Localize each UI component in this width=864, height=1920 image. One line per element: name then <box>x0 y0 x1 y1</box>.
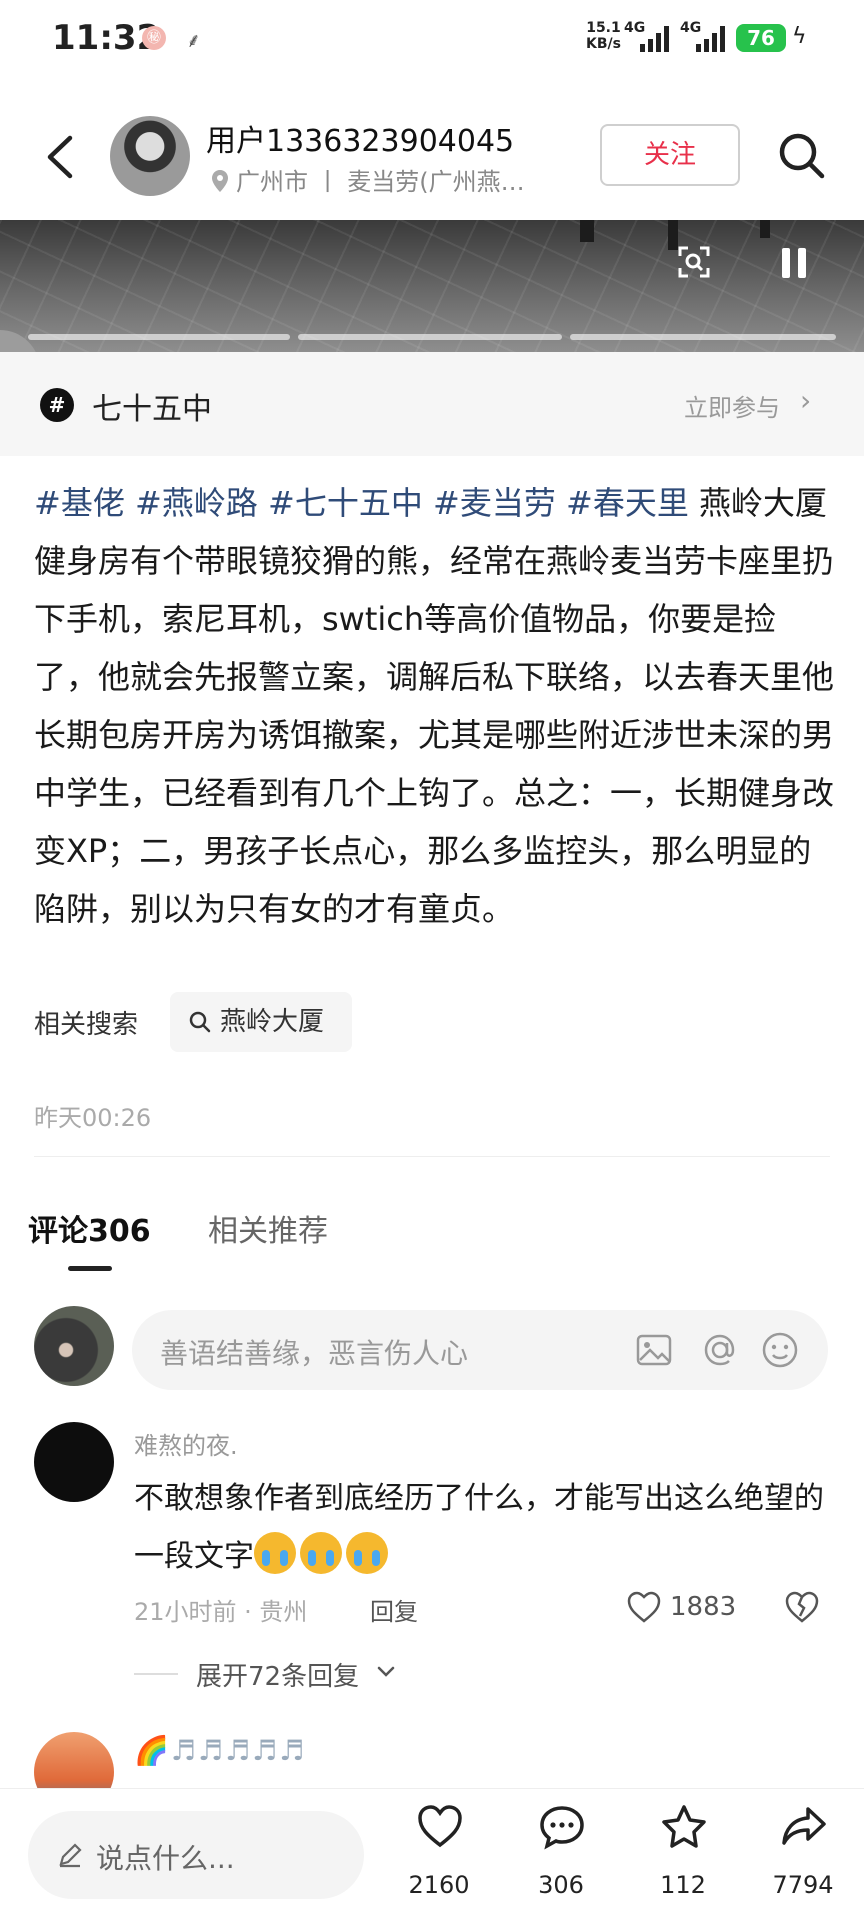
comment-count: 306 <box>538 1871 584 1899</box>
emoji-icon[interactable] <box>758 1328 802 1372</box>
like-count: 2160 <box>408 1871 470 1899</box>
location-label[interactable]: 广州市 丨 麦当劳(广州燕… <box>210 162 525 197</box>
favorite-count: 112 <box>660 1871 706 1899</box>
signal-bars-icon-2 <box>696 24 725 52</box>
location-pin-icon <box>212 170 228 192</box>
say-something-input[interactable]: 说点什么... <box>28 1811 364 1899</box>
chevron-down-icon[interactable] <box>374 1660 398 1684</box>
star-icon <box>662 1805 706 1848</box>
network-speed: 15.1 KB/s <box>586 20 621 52</box>
app-notification-icon-2: ⸙ <box>186 28 201 52</box>
back-button[interactable] <box>40 132 80 182</box>
broken-heart-icon[interactable] <box>784 1590 820 1624</box>
hashtag-link[interactable]: #七十五中 <box>268 484 423 522</box>
commenter-avatar[interactable] <box>34 1422 114 1502</box>
video-player[interactable] <box>0 220 864 352</box>
expand-replies-button[interactable]: 展开72条回复 <box>196 1656 359 1693</box>
video-progress-segment-2[interactable] <box>298 334 562 340</box>
search-icon <box>189 1011 211 1033</box>
chevron-right-icon: › <box>800 384 812 417</box>
hashtag-icon: # <box>40 388 74 422</box>
tab-comments[interactable]: 评论306 <box>28 1206 151 1250</box>
hashtag-link[interactable]: #燕岭路 <box>135 484 258 522</box>
related-search-label: 相关搜索 <box>34 1010 139 1040</box>
search-button[interactable] <box>774 128 830 184</box>
comment-button[interactable]: 306 <box>506 1803 616 1913</box>
hashtag-link[interactable]: #麦当劳 <box>433 484 556 522</box>
post-text: 燕岭大厦健身房有个带眼镜狡猾的熊，经常在燕岭麦当劳卡座里扔下手机，索尼耳机，sw… <box>34 484 835 928</box>
video-progress-segment-1[interactable] <box>28 334 290 340</box>
charging-icon: ϟ <box>792 24 807 49</box>
search-icon <box>779 133 825 179</box>
like-button[interactable]: 2160 <box>384 1803 494 1913</box>
crying-emoji-icon <box>300 1532 342 1574</box>
mention-icon[interactable] <box>698 1328 742 1372</box>
author-name[interactable]: 用户1336323904045 <box>206 116 514 160</box>
app-notification-icon: ㊙ <box>142 26 166 50</box>
video-frame-detail <box>760 220 770 238</box>
divider <box>34 1156 830 1157</box>
post-header: 用户1336323904045 广州市 丨 麦当劳(广州燕… 关注 <box>0 100 864 210</box>
divider <box>134 1673 178 1675</box>
comment-like-count: 1883 <box>670 1592 737 1622</box>
follow-button[interactable]: 关注 <box>600 124 740 186</box>
share-count: 7794 <box>772 1871 834 1899</box>
post-timestamp: 昨天00:26 <box>34 1104 152 1132</box>
scan-icon <box>678 246 710 278</box>
crying-emoji-icon <box>254 1532 296 1574</box>
share-button[interactable]: 7794 <box>748 1803 858 1913</box>
pause-button[interactable] <box>780 248 808 278</box>
comment-icon <box>540 1806 584 1850</box>
comment-text: 不敢想象作者到底经历了什么，才能写出这么绝望的一段文字 <box>134 1481 824 1574</box>
heart-icon[interactable] <box>626 1590 662 1624</box>
comment-input-placeholder: 善语结善缘，恶言伤人心 <box>160 1337 469 1370</box>
related-search-chip[interactable]: 燕岭大厦 <box>170 992 352 1052</box>
image-icon[interactable] <box>632 1328 676 1372</box>
status-bar: 11:32 ㊙ ⸙ 15.1 KB/s 4G 4G 76 ϟ <box>0 0 864 80</box>
post-body: #基佬 #燕岭路 #七十五中 #麦当劳 #春天里 燕岭大厦健身房有个带眼镜狡猾的… <box>34 474 834 938</box>
comment-meta: 21小时前 · 贵州 <box>134 1598 308 1626</box>
tab-related[interactable]: 相关推荐 <box>208 1206 328 1250</box>
favorite-button[interactable]: 112 <box>628 1803 738 1913</box>
commenter-name[interactable]: 🌈♬♬♬♬♬ <box>134 1734 306 1767</box>
chevron-left-icon <box>47 135 73 179</box>
commenter-name[interactable]: 难熬的夜. <box>134 1426 238 1461</box>
tab-active-indicator <box>68 1266 112 1271</box>
signal-bars-icon <box>640 24 669 52</box>
video-frame-detail <box>580 220 594 242</box>
reply-button[interactable]: 回复 <box>370 1592 418 1627</box>
author-avatar[interactable] <box>110 116 190 196</box>
heart-icon <box>418 1805 462 1848</box>
video-scan-button[interactable] <box>676 244 712 280</box>
share-icon <box>782 1807 826 1845</box>
hashtag-link[interactable]: #基佬 <box>34 484 125 522</box>
bottom-action-bar: 说点什么... 2160 306 112 7794 <box>0 1788 864 1920</box>
topic-bar[interactable]: # 七十五中 立即参与 › <box>0 352 864 456</box>
battery-icon: 76 <box>736 24 786 52</box>
hashtag-link[interactable]: #春天里 <box>566 484 689 522</box>
pen-icon <box>59 1843 82 1868</box>
crying-emoji-icon <box>346 1532 388 1574</box>
video-progress-segment-3[interactable] <box>570 334 836 340</box>
my-avatar <box>34 1306 114 1386</box>
comment-input[interactable]: 善语结善缘，恶言伤人心 <box>132 1310 828 1390</box>
topic-name: 七十五中 <box>92 392 212 427</box>
join-topic-link[interactable]: 立即参与 <box>684 388 780 423</box>
